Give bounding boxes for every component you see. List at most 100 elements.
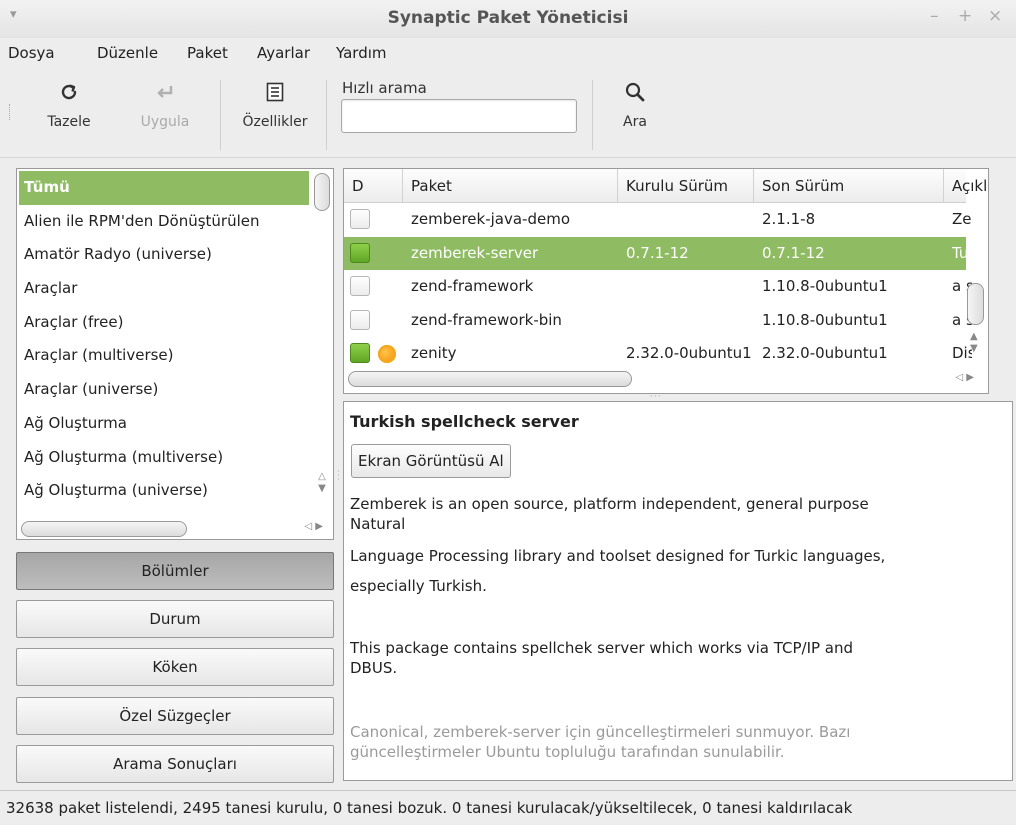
search-label: Ara <box>623 114 647 130</box>
sections-button[interactable]: Bölümler <box>16 552 334 590</box>
status-bar: 32638 paket listelendi, 2495 tanesi kuru… <box>0 790 1016 825</box>
supported-badge-icon <box>378 345 396 363</box>
minimize-button[interactable]: – <box>930 6 939 26</box>
toolbar-separator <box>220 80 221 150</box>
package-name: zend-framework-bin <box>411 310 562 329</box>
apply-arrow-icon <box>126 80 204 114</box>
category-item[interactable]: Araçlar <box>19 272 309 306</box>
package-description-panel: Turkish spellcheck server Ekran Görüntüs… <box>343 401 1013 781</box>
properties-label: Özellikler <box>242 114 308 130</box>
category-item[interactable]: Amatör Radyo (universe) <box>19 238 309 272</box>
reload-button[interactable]: Tazele <box>30 80 108 150</box>
table-header: D Paket Kurulu Sürüm Son Sürüm Açıklama <box>344 169 988 203</box>
status-button[interactable]: Durum <box>16 600 334 638</box>
package-name: zemberek-java-demo <box>411 210 571 228</box>
menu-help[interactable]: Yardım <box>336 44 387 62</box>
scrollbar-thumb[interactable] <box>348 371 632 387</box>
scroll-arrows-icon[interactable]: ◁ ▶ <box>304 521 323 532</box>
category-item[interactable]: Araçlar (universe) <box>19 373 309 407</box>
scroll-arrows-icon[interactable]: ▲ ▼ <box>970 331 978 355</box>
column-header-installed-version[interactable]: Kurulu Sürüm <box>618 169 754 203</box>
description-text: Zemberek is an open source, platform ind… <box>350 495 869 513</box>
quick-search-input[interactable] <box>341 99 577 133</box>
installed-version: 0.7.1-12 <box>626 243 689 262</box>
category-list: Tümü Alien ile RPM'den Dönüştürülen Amat… <box>16 168 334 540</box>
menu-settings[interactable]: Ayarlar <box>257 44 310 62</box>
scrollbar-thumb[interactable] <box>967 283 984 325</box>
menu-file[interactable]: Dosya <box>8 44 55 62</box>
toolbar: Tazele Uygula Özellikler Hızlı arama Ara <box>0 68 1016 158</box>
menu-bar: Dosya Düzenle Paket Ayarlar Yardım <box>0 38 1016 68</box>
latest-version: 1.10.8-0ubuntu1 <box>762 277 888 295</box>
description-text: DBUS. <box>350 659 398 677</box>
menu-package[interactable]: Paket <box>187 44 228 62</box>
package-checkbox[interactable] <box>350 276 370 296</box>
package-checkbox[interactable] <box>350 209 370 229</box>
category-item[interactable]: Araçlar (multiverse) <box>19 339 309 373</box>
scroll-arrows-icon[interactable]: △ ▼ <box>315 471 329 495</box>
properties-icon <box>236 80 314 114</box>
table-row[interactable]: zend-framework-bin 1.10.8-0ubuntu1 a sim… <box>344 304 972 338</box>
package-checkbox[interactable] <box>350 242 370 263</box>
toolbar-grip[interactable] <box>9 104 13 120</box>
category-item[interactable]: Ağ Oluşturma (universe) <box>19 474 309 508</box>
installed-version: 2.32.0-0ubuntu1 <box>626 344 752 362</box>
category-item[interactable]: Araçlar (free) <box>19 306 309 340</box>
apply-button[interactable]: Uygula <box>126 80 204 150</box>
latest-version: 1.10.8-0ubuntu1 <box>762 310 888 329</box>
column-header-package[interactable]: Paket <box>403 169 618 203</box>
latest-version: 2.32.0-0ubuntu1 <box>762 344 888 362</box>
column-header-status[interactable]: D <box>344 169 403 203</box>
package-checkbox[interactable] <box>350 309 370 330</box>
pane-resize-handle[interactable]: ··· <box>337 468 340 485</box>
custom-filters-button[interactable]: Özel Süzgeçler <box>16 697 334 735</box>
description-text: Natural <box>350 515 406 533</box>
toolbar-separator <box>326 80 327 150</box>
maximize-button[interactable]: + <box>958 6 972 26</box>
close-button[interactable]: × <box>988 6 1002 26</box>
category-horizontal-scrollbar[interactable]: ◁ ▶ <box>19 519 331 537</box>
menu-edit[interactable]: Düzenle <box>97 44 158 62</box>
category-item[interactable]: Tümü <box>19 171 309 205</box>
description-text: This package contains spellchek server w… <box>350 639 854 657</box>
table-row[interactable]: zemberek-java-demo 2.1.1-8 Zemberek <box>344 203 972 237</box>
package-horizontal-scrollbar[interactable]: ◁ ▶ <box>346 369 986 389</box>
description-text: Language Processing library and toolset … <box>350 547 886 565</box>
package-checkbox[interactable] <box>350 343 370 363</box>
table-row[interactable]: zenity 2.32.0-0ubuntu1 2.32.0-0ubuntu1 D… <box>344 337 972 371</box>
scrollbar-thumb[interactable] <box>314 173 330 211</box>
package-name: zend-framework <box>411 277 534 295</box>
search-button[interactable]: Ara <box>596 80 674 150</box>
package-name: zemberek-server <box>411 243 539 262</box>
latest-version: 0.7.1-12 <box>762 243 825 262</box>
apply-label: Uygula <box>140 114 190 130</box>
category-vertical-scrollbar[interactable]: △ ▼ <box>313 171 331 495</box>
description-text: especially Turkish. <box>350 577 487 595</box>
origin-button[interactable]: Köken <box>16 648 334 686</box>
status-text: 32638 paket listelendi, 2495 tanesi kuru… <box>6 799 853 817</box>
description-title: Turkish spellcheck server <box>350 412 579 431</box>
support-notice: Canonical, zemberek-server için güncelle… <box>350 723 851 741</box>
column-header-latest-version[interactable]: Son Sürüm <box>754 169 944 203</box>
refresh-icon <box>30 80 108 114</box>
search-icon <box>596 80 674 114</box>
package-name: zenity <box>411 344 457 362</box>
scroll-arrows-icon[interactable]: ◁ ▶ <box>955 372 974 383</box>
category-item[interactable]: Alien ile RPM'den Dönüştürülen <box>19 205 309 239</box>
support-notice: güncelleştirmeler Ubuntu topluluğu taraf… <box>350 743 785 761</box>
category-item[interactable]: Ağ Oluşturma (multiverse) <box>19 441 309 475</box>
category-item[interactable]: Ağ Oluşturma <box>19 407 309 441</box>
reload-label: Tazele <box>47 114 91 130</box>
table-row[interactable]: zemberek-server 0.7.1-12 0.7.1-12 Turkis… <box>344 236 972 270</box>
search-results-button[interactable]: Arama Sonuçları <box>16 745 334 783</box>
package-vertical-scrollbar[interactable]: ▲ ▼ <box>966 171 986 367</box>
latest-version: 2.1.1-8 <box>762 210 816 228</box>
package-table: D Paket Kurulu Sürüm Son Sürüm Açıklama … <box>343 168 989 394</box>
get-screenshot-button[interactable]: Ekran Görüntüsü Al <box>351 444 511 478</box>
title-bar: ▾ Synaptic Paket Yöneticisi – + × <box>0 0 1016 38</box>
table-row[interactable]: zend-framework 1.10.8-0ubuntu1 a simple <box>344 270 972 304</box>
scrollbar-thumb[interactable] <box>21 521 187 537</box>
toolbar-separator <box>592 80 593 150</box>
window-title: Synaptic Paket Yöneticisi <box>387 8 629 28</box>
properties-button[interactable]: Özellikler <box>236 80 314 150</box>
